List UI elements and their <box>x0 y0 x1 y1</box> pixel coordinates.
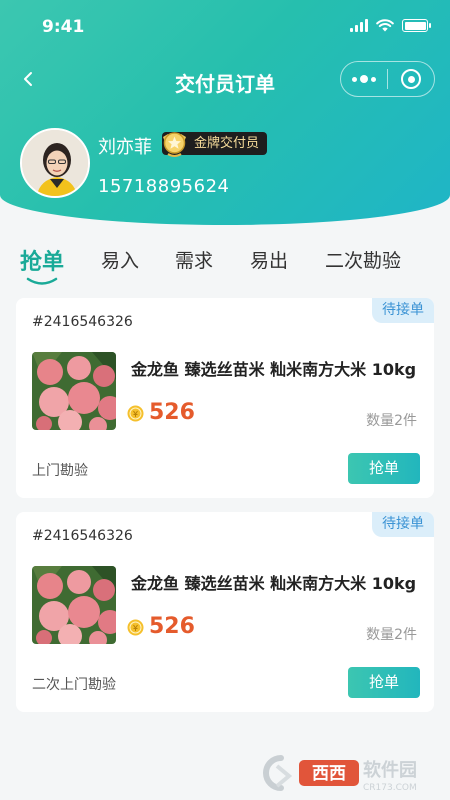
product-title: 金龙鱼 臻选丝苗米 籼米南方大米 10kg <box>131 574 417 593</box>
coin-icon <box>127 619 144 636</box>
tab-easy-in[interactable]: 易入 <box>101 246 139 273</box>
price: 526 <box>149 614 195 639</box>
user-phone: 15718895624 <box>98 176 230 197</box>
medal-icon <box>163 132 186 157</box>
product-image <box>32 566 116 644</box>
gold-badge: 金牌交付员 <box>162 132 268 157</box>
status-bar: 9:41 <box>0 0 450 52</box>
order-id: #2416546326 <box>32 314 133 330</box>
service-type: 上门勘验 <box>32 463 88 479</box>
status-badge: 待接单 <box>372 298 434 323</box>
wifi-icon <box>376 19 394 32</box>
user-profile: 刘亦菲 金牌交付员 15718895624 <box>20 128 430 204</box>
watermark-brand: 西西 <box>312 764 346 784</box>
status-badge: 待接单 <box>372 512 434 537</box>
product-image <box>32 352 116 430</box>
battery-icon <box>402 19 431 32</box>
order-id: #2416546326 <box>32 528 133 544</box>
order-card[interactable]: #2416546326 待接单 金龙鱼 臻选丝苗米 籼米南方大米 10kg 52… <box>16 512 434 712</box>
price: 526 <box>149 400 195 425</box>
coin-icon <box>127 405 144 422</box>
status-time: 9:41 <box>42 17 85 37</box>
target-icon <box>401 69 421 89</box>
tab-easy-out[interactable]: 易出 <box>250 246 288 273</box>
user-name: 刘亦菲 <box>98 137 152 158</box>
close-mini-program-button[interactable] <box>388 62 434 96</box>
grab-order-button[interactable]: 抢单 <box>348 453 420 484</box>
quantity: 数量2件 <box>366 627 417 643</box>
watermark-url: CR173.COM <box>363 783 417 793</box>
status-icons <box>350 19 431 32</box>
product-title: 金龙鱼 臻选丝苗米 籼米南方大米 10kg <box>131 360 417 379</box>
watermark-text: 软件园 <box>363 759 417 781</box>
order-card[interactable]: #2416546326 待接单 金龙鱼 臻选丝苗米 籼米南方大米 10kg 52… <box>16 298 434 498</box>
service-type: 二次上门勘验 <box>32 677 116 693</box>
tab-second-inspection[interactable]: 二次勘验 <box>325 246 401 273</box>
badge-label: 金牌交付员 <box>194 136 260 151</box>
mini-program-capsule <box>340 61 435 97</box>
avatar <box>20 128 90 198</box>
nav-bar: 交付员订单 <box>0 56 450 104</box>
more-button[interactable] <box>341 62 387 96</box>
grab-order-button[interactable]: 抢单 <box>348 667 420 698</box>
signal-icon <box>350 19 368 32</box>
watermark-logo: 西西 软件园 CR173.COM <box>263 755 417 793</box>
tab-demand[interactable]: 需求 <box>175 246 213 273</box>
tab-grab-order[interactable]: 抢单 <box>20 244 64 276</box>
tab-indicator <box>26 277 58 285</box>
tab-bar: 抢单 易入 需求 易出 二次勘验 <box>0 240 450 288</box>
quantity: 数量2件 <box>366 413 417 429</box>
